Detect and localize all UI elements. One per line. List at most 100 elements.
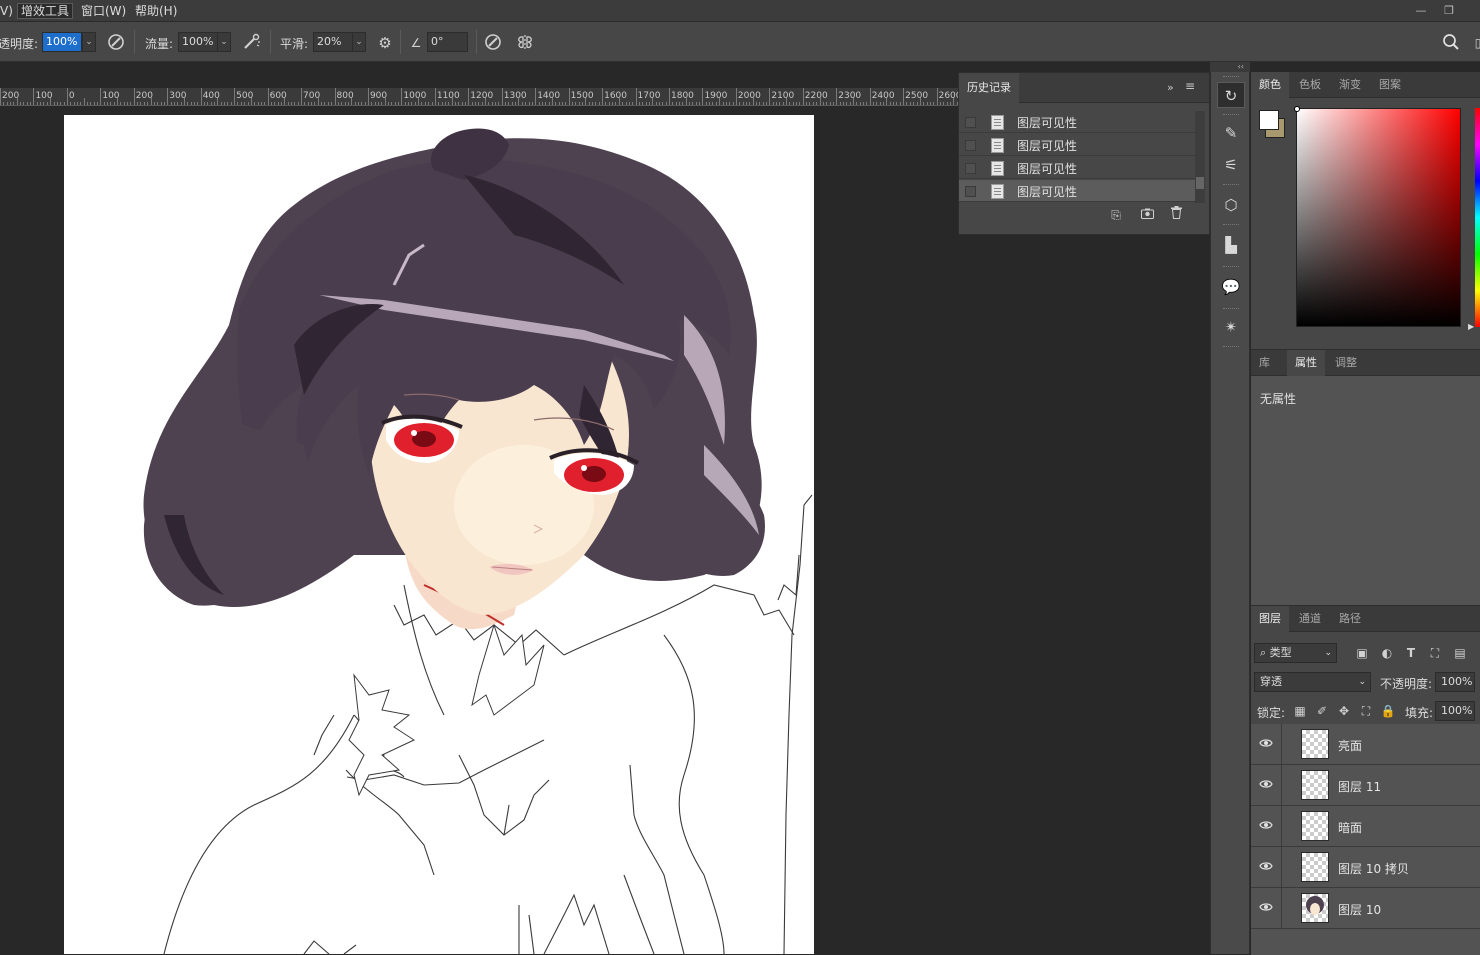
brush-settings-icon[interactable]: ✎ — [1217, 120, 1245, 146]
ruler-minor-tick — [816, 102, 818, 105]
symmetry-icon[interactable] — [515, 33, 535, 53]
history-panel-icon[interactable]: ↻ — [1217, 82, 1245, 108]
flow-input[interactable]: 100% — [178, 32, 218, 52]
layer-name[interactable]: 亮面 — [1338, 737, 1362, 754]
menu-help[interactable]: 帮助(H) — [132, 3, 180, 19]
sparkle-icon[interactable]: ✴ — [1217, 314, 1245, 340]
menu-window[interactable]: 窗口(W) — [78, 3, 129, 19]
layer-name[interactable]: 图层 11 — [1338, 778, 1381, 795]
layer-row[interactable]: 图层 10 拷贝 — [1251, 847, 1480, 888]
type-layer-filter-icon[interactable]: T — [1403, 645, 1419, 661]
ruler-minor-tick — [675, 102, 677, 105]
document-canvas[interactable] — [64, 115, 814, 954]
trash-icon[interactable] — [1167, 206, 1185, 224]
blend-mode-select[interactable]: 穿透 ⌄ — [1254, 672, 1371, 692]
minimize-icon[interactable]: — — [1408, 2, 1434, 19]
fill-input[interactable]: 100% — [1435, 701, 1475, 721]
pressure-size-icon[interactable] — [483, 33, 503, 53]
ruler-minor-tick — [123, 102, 125, 105]
history-snapshot-checkbox[interactable] — [965, 117, 976, 128]
eye-icon[interactable] — [1259, 778, 1273, 792]
pixel-layer-filter-icon[interactable]: ▣ — [1354, 645, 1370, 661]
lock-artboard-icon[interactable]: ⛶ — [1358, 703, 1374, 719]
tab-patterns[interactable]: 图案 — [1371, 72, 1409, 98]
restore-icon[interactable]: ❐ — [1436, 2, 1462, 19]
gear-icon[interactable]: ⚙ — [375, 33, 395, 53]
adjustment-layer-filter-icon[interactable]: ◐ — [1379, 645, 1395, 661]
history-snapshot-checkbox[interactable] — [965, 186, 976, 197]
ruler-minor-tick — [398, 102, 400, 105]
ruler-tick — [802, 88, 804, 105]
panel-menu-icon[interactable]: ≡ — [1185, 79, 1195, 93]
eye-icon[interactable] — [1259, 737, 1273, 751]
layer-row[interactable]: 图层 10 — [1251, 888, 1480, 929]
workspace-icon[interactable]: ▯ — [1468, 33, 1480, 53]
opacity-dropdown-icon[interactable]: ⌄ — [82, 32, 96, 52]
history-tab[interactable]: 历史记录 — [959, 73, 1019, 103]
layer-filter-select[interactable]: ⌕ 类型 ⌄ — [1254, 643, 1337, 663]
ruler-minor-tick — [431, 102, 433, 105]
layer-row[interactable]: 图层 11 — [1251, 765, 1480, 806]
eye-icon[interactable] — [1259, 819, 1273, 833]
ruler-tick — [568, 88, 570, 105]
menu-view[interactable]: V) — [0, 3, 16, 19]
search-icon[interactable] — [1441, 33, 1461, 53]
history-scrollbar[interactable] — [1195, 111, 1205, 203]
tab-swatches[interactable]: 色板 — [1291, 72, 1329, 98]
flow-dropdown-icon[interactable]: ⌄ — [217, 32, 231, 52]
history-snapshot-checkbox[interactable] — [965, 140, 976, 151]
comments-icon[interactable]: 💬 — [1217, 274, 1245, 300]
actions-icon[interactable]: ▙ — [1217, 232, 1245, 258]
history-state-row[interactable]: 图层可见性 — [959, 111, 1195, 133]
layer-name[interactable]: 图层 10 — [1338, 901, 1381, 918]
history-state-row[interactable]: 图层可见性 — [959, 157, 1195, 179]
brush-presets-icon[interactable]: ⚟ — [1217, 152, 1245, 178]
collapse-dock-icon[interactable]: ‹‹ — [1210, 62, 1250, 72]
layer-name[interactable]: 暗面 — [1338, 819, 1362, 836]
history-state-row[interactable]: 图层可见性 — [959, 180, 1195, 202]
lock-position-move-icon[interactable]: ✥ — [1336, 703, 1352, 719]
tab-paths[interactable]: 路径 — [1331, 606, 1369, 632]
3d-cube-icon[interactable]: ⬡ — [1217, 192, 1245, 218]
layer-row[interactable]: 暗面 — [1251, 806, 1480, 847]
tab-gradients[interactable]: 渐变 — [1331, 72, 1369, 98]
lock-image-brush-icon[interactable]: ✐ — [1314, 703, 1330, 719]
history-state-row[interactable]: 图层可见性 — [959, 134, 1195, 156]
smooth-input[interactable]: 20% — [313, 32, 353, 52]
foreground-color-swatch[interactable] — [1259, 110, 1279, 130]
lock-all-icon[interactable]: 🔒 — [1380, 703, 1396, 719]
camera-icon[interactable] — [1138, 206, 1156, 224]
opacity-input[interactable]: 100% — [42, 32, 82, 52]
airbrush-icon[interactable] — [242, 33, 262, 53]
hue-slider[interactable] — [1475, 108, 1480, 327]
smooth-dropdown-icon[interactable]: ⌄ — [352, 32, 366, 52]
lock-transparent-icon[interactable]: ▦ — [1292, 703, 1308, 719]
tab-color[interactable]: 颜色 — [1251, 72, 1289, 98]
eye-icon[interactable] — [1259, 860, 1273, 874]
tab-channels[interactable]: 通道 — [1291, 606, 1329, 632]
tab-adjustments[interactable]: 调整 — [1327, 350, 1365, 376]
collapse-panel-icon[interactable]: » — [1167, 81, 1174, 94]
hue-slider-thumb-icon[interactable]: ▶ — [1468, 322, 1474, 331]
ruler-label: 1700 — [637, 91, 661, 101]
smart-object-filter-icon[interactable]: ▤ — [1452, 645, 1468, 661]
tab-properties[interactable]: 属性 — [1287, 350, 1325, 376]
menu-plugins[interactable]: 增效工具 — [17, 3, 74, 19]
history-snapshot-checkbox[interactable] — [965, 163, 976, 174]
pressure-opacity-icon[interactable] — [106, 33, 126, 53]
ruler-minor-tick — [792, 102, 794, 105]
ruler-minor-tick — [679, 102, 681, 105]
layer-opacity-input[interactable]: 100% — [1435, 672, 1475, 692]
new-document-from-state-icon[interactable]: ⎘ — [1107, 206, 1125, 224]
tab-libraries[interactable]: 库 — [1251, 350, 1278, 376]
angle-input[interactable]: 0° — [427, 32, 468, 52]
layer-row[interactable]: 亮面 — [1251, 724, 1480, 765]
layer-name[interactable]: 图层 10 拷贝 — [1338, 860, 1409, 877]
eye-icon[interactable] — [1259, 901, 1273, 915]
ruler-minor-tick — [381, 102, 383, 105]
tab-layers[interactable]: 图层 — [1251, 606, 1289, 632]
color-spectrum[interactable] — [1294, 106, 1461, 327]
shape-layer-filter-icon[interactable]: ⛶ — [1427, 645, 1443, 661]
ruler-minor-tick — [76, 102, 78, 105]
angle-icon: ∠ — [410, 36, 422, 50]
